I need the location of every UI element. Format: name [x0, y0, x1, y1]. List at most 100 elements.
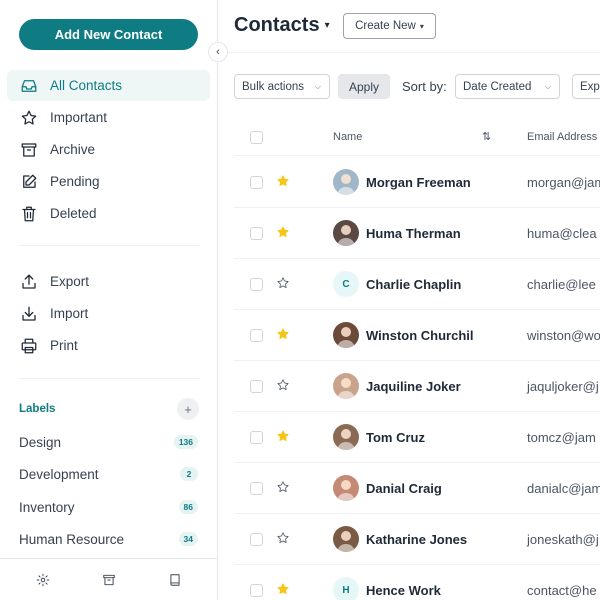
archive-icon[interactable]: [97, 568, 121, 592]
avatar: C: [333, 271, 359, 297]
star-icon[interactable]: [276, 480, 290, 494]
chevron-down-icon: ▾: [419, 21, 424, 31]
contact-name[interactable]: Tom Cruz: [366, 430, 425, 445]
contact-name[interactable]: Winston Churchil: [366, 328, 474, 343]
table-row[interactable]: Tom Cruz tomcz@jam: [234, 412, 600, 463]
sort-icon[interactable]: ⇅: [482, 130, 491, 143]
contact-email[interactable]: charlie@lee: [527, 277, 596, 292]
table-row[interactable]: Katharine Jones joneskath@j: [234, 514, 600, 565]
add-label-button[interactable]: +: [177, 398, 199, 420]
printer-icon: [19, 336, 39, 356]
sidebar-item-all-contacts[interactable]: All Contacts: [7, 70, 210, 101]
bulk-actions-select[interactable]: Bulk actions ⌵: [234, 74, 330, 99]
sidebar-item-deleted[interactable]: Deleted: [7, 198, 210, 229]
column-header-name[interactable]: Name: [333, 131, 362, 143]
star-icon[interactable]: [276, 174, 290, 188]
star-icon[interactable]: [276, 531, 290, 545]
contact-email[interactable]: tomcz@jam: [527, 430, 596, 445]
contact-email[interactable]: winston@wo: [527, 328, 600, 343]
row-checkbox[interactable]: [250, 380, 263, 393]
collapse-sidebar-button[interactable]: ‹: [208, 42, 228, 62]
sidebar-item-label: Deleted: [50, 206, 97, 221]
star-icon: [19, 108, 39, 128]
contact-name[interactable]: Danial Craig: [366, 481, 442, 496]
contact-name[interactable]: Katharine Jones: [366, 532, 467, 547]
header-divider: [219, 52, 600, 53]
edit-icon: [19, 172, 39, 192]
label-item-development[interactable]: Development 2: [19, 464, 198, 484]
contact-email[interactable]: contact@he: [527, 583, 597, 598]
book-icon[interactable]: [163, 568, 187, 592]
contact-email[interactable]: jaquljoker@j: [527, 379, 599, 394]
star-icon[interactable]: [276, 429, 290, 443]
table-row[interactable]: Huma Therman huma@clea: [234, 208, 600, 259]
contact-name[interactable]: Hence Work: [366, 583, 441, 598]
star-icon[interactable]: [276, 327, 290, 341]
row-checkbox[interactable]: [250, 431, 263, 444]
label-item-inventory[interactable]: Inventory 86: [19, 497, 198, 517]
star-icon[interactable]: [276, 225, 290, 239]
table-row[interactable]: Winston Churchil winston@wo: [234, 310, 600, 361]
row-checkbox[interactable]: [250, 278, 263, 291]
label-item-design[interactable]: Design 136: [19, 432, 198, 452]
gear-icon[interactable]: [31, 568, 55, 592]
contact-email[interactable]: huma@clea: [527, 226, 597, 241]
page-title[interactable]: Contacts ▾: [234, 14, 330, 37]
star-icon[interactable]: [276, 276, 290, 290]
sort-by-select[interactable]: Date Created ⌵: [455, 74, 560, 99]
row-checkbox[interactable]: [250, 227, 263, 240]
contact-email[interactable]: morgan@jam: [527, 175, 600, 190]
create-new-button[interactable]: Create New ▾: [343, 13, 436, 39]
contact-email[interactable]: danialc@jam: [527, 481, 600, 496]
chevron-down-icon: ⌵: [544, 81, 551, 91]
row-checkbox[interactable]: [250, 533, 263, 546]
export-select[interactable]: Expo: [572, 74, 600, 99]
star-icon[interactable]: [276, 582, 290, 596]
sidebar: Add New Contact All Contacts Important A…: [0, 0, 218, 600]
table-row[interactable]: H Hence Work contact@he: [234, 565, 600, 600]
chevron-left-icon: ‹: [216, 46, 220, 58]
star-icon[interactable]: [276, 378, 290, 392]
select-all-checkbox[interactable]: [250, 131, 263, 144]
label-item-human-resource[interactable]: Human Resource 34: [19, 529, 198, 549]
sidebar-item-import[interactable]: Import: [7, 298, 210, 329]
contact-name[interactable]: Morgan Freeman: [366, 175, 471, 190]
table-row[interactable]: Jaquiline Joker jaquljoker@j: [234, 361, 600, 412]
chevron-down-icon: ⌵: [314, 81, 321, 91]
avatar: [333, 169, 359, 195]
sidebar-item-print[interactable]: Print: [7, 330, 210, 361]
contact-name[interactable]: Jaquiline Joker: [366, 379, 461, 394]
sidebar-item-pending[interactable]: Pending: [7, 166, 210, 197]
table-toolbar: Bulk actions ⌵ Apply Sort by: Date Creat…: [234, 74, 600, 100]
row-checkbox[interactable]: [250, 482, 263, 495]
sidebar-item-archive[interactable]: Archive: [7, 134, 210, 165]
contact-email[interactable]: joneskath@j: [527, 532, 599, 547]
row-checkbox[interactable]: [250, 584, 263, 597]
chevron-down-icon: ▾: [324, 20, 330, 31]
sidebar-item-important[interactable]: Important: [7, 102, 210, 133]
archive-icon: [19, 140, 39, 160]
sort-by-value: Date Created: [463, 80, 532, 93]
sort-by-label: Sort by:: [402, 79, 447, 94]
label-name: Development: [19, 466, 99, 482]
apply-button[interactable]: Apply: [338, 74, 390, 99]
contact-name[interactable]: Huma Therman: [366, 226, 461, 241]
sidebar-item-label: Export: [50, 274, 90, 289]
labels-header: Labels +: [19, 398, 199, 420]
export-icon: [19, 272, 39, 292]
label-count-badge: 34: [178, 532, 198, 546]
avatar: H: [333, 577, 359, 600]
row-checkbox[interactable]: [250, 176, 263, 189]
sidebar-item-export[interactable]: Export: [7, 266, 210, 297]
sidebar-item-label: Important: [50, 110, 108, 125]
row-checkbox[interactable]: [250, 329, 263, 342]
contact-name[interactable]: Charlie Chaplin: [366, 277, 461, 292]
add-new-contact-button[interactable]: Add New Contact: [19, 19, 198, 50]
label-name: Inventory: [19, 499, 75, 515]
column-header-email[interactable]: Email Address: [527, 131, 597, 143]
table-row[interactable]: Danial Craig danialc@jam: [234, 463, 600, 514]
sidebar-footer: [0, 558, 218, 600]
table-row[interactable]: C Charlie Chaplin charlie@lee: [234, 259, 600, 310]
table-row[interactable]: Morgan Freeman morgan@jam: [234, 157, 600, 208]
label-count-badge: 136: [173, 435, 198, 449]
